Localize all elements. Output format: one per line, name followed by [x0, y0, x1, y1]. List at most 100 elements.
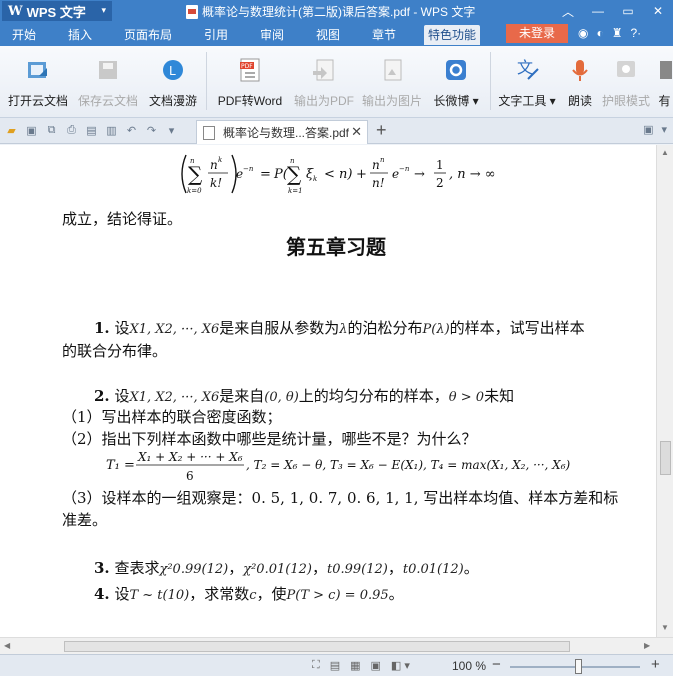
zoom-level[interactable]: 100 %	[452, 659, 486, 673]
save-cloud-doc-button[interactable]: 保存云文档	[76, 50, 140, 114]
full-screen-icon[interactable]: ⛶	[312, 659, 320, 672]
ribbon-toolbar: 打开云文档 保存云文档 L 文档漫游 PDF PDF转Word 输出为PDF 输…	[0, 46, 673, 118]
menu-item-page-layout[interactable]: 页面布局	[120, 25, 176, 45]
menu-item-chapter[interactable]: 章节	[368, 25, 400, 45]
export-pdf-icon	[310, 56, 338, 84]
question-separator: ，	[387, 559, 403, 577]
wps-menu-label: WPS 文字	[26, 4, 86, 20]
svg-text:=: =	[260, 167, 271, 182]
vertical-scrollbar[interactable]: ▲ ▼	[656, 145, 673, 637]
zoom-in-button[interactable]: +	[651, 656, 660, 673]
menu-item-review[interactable]: 审阅	[256, 25, 288, 45]
collapse-ribbon-icon[interactable]: ︿	[553, 0, 583, 22]
scroll-left-icon[interactable]: ◀	[4, 641, 10, 650]
question-text: 是来自服从参数为	[219, 319, 340, 337]
read-aloud-button[interactable]: 朗读	[564, 50, 596, 114]
tab-menu-icon[interactable]: ▾	[661, 123, 667, 136]
question-2-part-3: （3）设样本的一组观察是：0. 5, 1, 0. 7, 0. 6, 1, 1, …	[62, 489, 619, 507]
export-image-button[interactable]: 输出为图片	[360, 50, 424, 114]
maximize-button[interactable]: ▭	[613, 0, 643, 22]
weibo-icon	[442, 56, 470, 84]
export-pdf-button[interactable]: 输出为PDF	[292, 50, 356, 114]
question-1: 1. 设X1, X2, ···, X6是来自服从参数为λ的泊松分布P(λ)的样本…	[94, 317, 585, 338]
chapter-title: 第五章习题	[286, 235, 386, 259]
question-number: 4.	[94, 585, 110, 603]
zoom-out-button[interactable]: −	[492, 656, 501, 673]
window-title: 概率论与数理统计(第二版)课后答案.pdf - WPS 文字	[186, 3, 475, 20]
ribbon-more-button[interactable]: 有	[656, 50, 673, 114]
page-view-icon[interactable]: ▤	[330, 659, 340, 672]
menu-item-insert[interactable]: 插入	[64, 25, 96, 45]
svg-text:∑: ∑	[188, 162, 203, 186]
menu-item-view[interactable]: 视图	[312, 25, 344, 45]
window-title-text: 概率论与数理统计(第二版)课后答案.pdf - WPS 文字	[202, 5, 476, 19]
ribbon-label: 朗读	[567, 94, 592, 108]
ribbon-label: PDF转Word	[217, 94, 283, 108]
outline-view-icon[interactable]: ▦	[350, 659, 360, 672]
pdf-to-word-button[interactable]: PDF PDF转Word	[214, 50, 286, 114]
wardrobe-icon[interactable]: ♜	[612, 26, 623, 40]
export-icon[interactable]: ⧉	[44, 123, 59, 138]
web-view-icon[interactable]: ▣	[371, 659, 381, 672]
question-2: 2. 设X1, X2, ···, X6是来自(0, θ)上的均匀分布的样本，θ …	[94, 385, 514, 406]
read-aloud-icon	[566, 56, 594, 84]
feedback-icon[interactable]: ◐	[596, 26, 603, 40]
question-separator: ，	[228, 559, 244, 577]
close-button[interactable]: ✕	[643, 0, 673, 22]
minimize-button[interactable]: —	[583, 0, 613, 22]
open-cloud-doc-button[interactable]: 打开云文档	[6, 50, 70, 114]
question-text: 的样本，试写出样本	[449, 319, 585, 337]
pdf-to-word-icon: PDF	[236, 56, 264, 84]
svg-text:X₁ + X₂ + ··· + X₆: X₁ + X₂ + ··· + X₆	[137, 450, 243, 464]
wps-logo-icon: W	[8, 3, 23, 19]
vertical-scroll-thumb[interactable]	[660, 441, 671, 475]
menu-item-references[interactable]: 引用	[200, 25, 232, 45]
scroll-right-icon[interactable]: ▶	[644, 641, 650, 650]
quick-access-dropdown-icon[interactable]: ▾	[164, 123, 179, 138]
question-end: 。	[463, 559, 479, 577]
menu-item-start[interactable]: 开始	[8, 25, 40, 45]
math-t-099: t0.99(12)	[326, 562, 388, 577]
help-icon[interactable]: ?·	[631, 26, 642, 40]
doc-roaming-button[interactable]: L 文档漫游	[146, 50, 200, 114]
ribbon-label: 文字工具 ▾	[498, 94, 556, 108]
long-weibo-button[interactable]: 长微博 ▾	[430, 50, 482, 114]
question-2-part-1: （1）写出样本的联合密度函数；	[62, 408, 282, 426]
wps-menu-button[interactable]: W WPS 文字 ▾	[2, 1, 112, 21]
redo-icon[interactable]: ↷	[144, 123, 159, 138]
conclusion-text: 成立，结论得证。	[62, 210, 183, 228]
save-icon[interactable]: ▣	[24, 123, 39, 138]
tab-list-icon[interactable]: ▣	[643, 123, 653, 136]
horizontal-scrollbar[interactable]: ◀ ▶	[0, 637, 673, 654]
question-number: 1.	[94, 319, 110, 337]
undo-icon[interactable]: ↶	[124, 123, 139, 138]
svg-text:n: n	[372, 158, 380, 172]
svg-text:n: n	[380, 156, 385, 164]
svg-text:n: n	[210, 158, 218, 172]
read-mode-icon[interactable]: ◧ ▾	[391, 659, 410, 672]
open-folder-icon[interactable]: ▰	[4, 123, 19, 138]
scroll-up-icon[interactable]: ▲	[661, 148, 669, 157]
scroll-down-icon[interactable]: ▼	[661, 623, 669, 632]
preview-icon[interactable]: ▥	[104, 123, 119, 138]
document-canvas[interactable]: n ∑ k=0 n k k! e −n = P( n ∑ k=1 ξ k < n…	[0, 145, 656, 637]
tab-document[interactable]: 概率论与数理...答案.pdf ✕	[196, 120, 368, 144]
text-tools-button[interactable]: 文 文字工具 ▾	[496, 50, 558, 114]
login-button[interactable]: 未登录	[506, 24, 568, 43]
svg-text:1: 1	[436, 158, 444, 172]
print-icon[interactable]: ⎙	[64, 123, 79, 138]
svg-text:L: L	[169, 64, 176, 78]
statistics-formula-image: T₁ = X₁ + X₂ + ··· + X₆ 6 , T₂ = X₆ − θ,…	[106, 450, 571, 483]
skin-icon[interactable]: ◉	[578, 26, 588, 40]
question-text: 查表求	[114, 559, 160, 577]
close-tab-icon[interactable]: ✕	[351, 124, 362, 140]
print-preview-icon[interactable]: ▤	[84, 123, 99, 138]
question-text: ，求常数	[189, 585, 250, 603]
zoom-slider-thumb[interactable]	[575, 659, 582, 674]
menu-item-special-features[interactable]: 特色功能	[424, 25, 481, 45]
ribbon-label: 输出为图片	[361, 94, 422, 108]
eye-care-button[interactable]: 护眼模式	[600, 50, 652, 114]
horizontal-scroll-thumb[interactable]	[64, 641, 570, 652]
new-tab-button[interactable]: +	[376, 120, 387, 141]
question-text: 设	[114, 319, 130, 337]
